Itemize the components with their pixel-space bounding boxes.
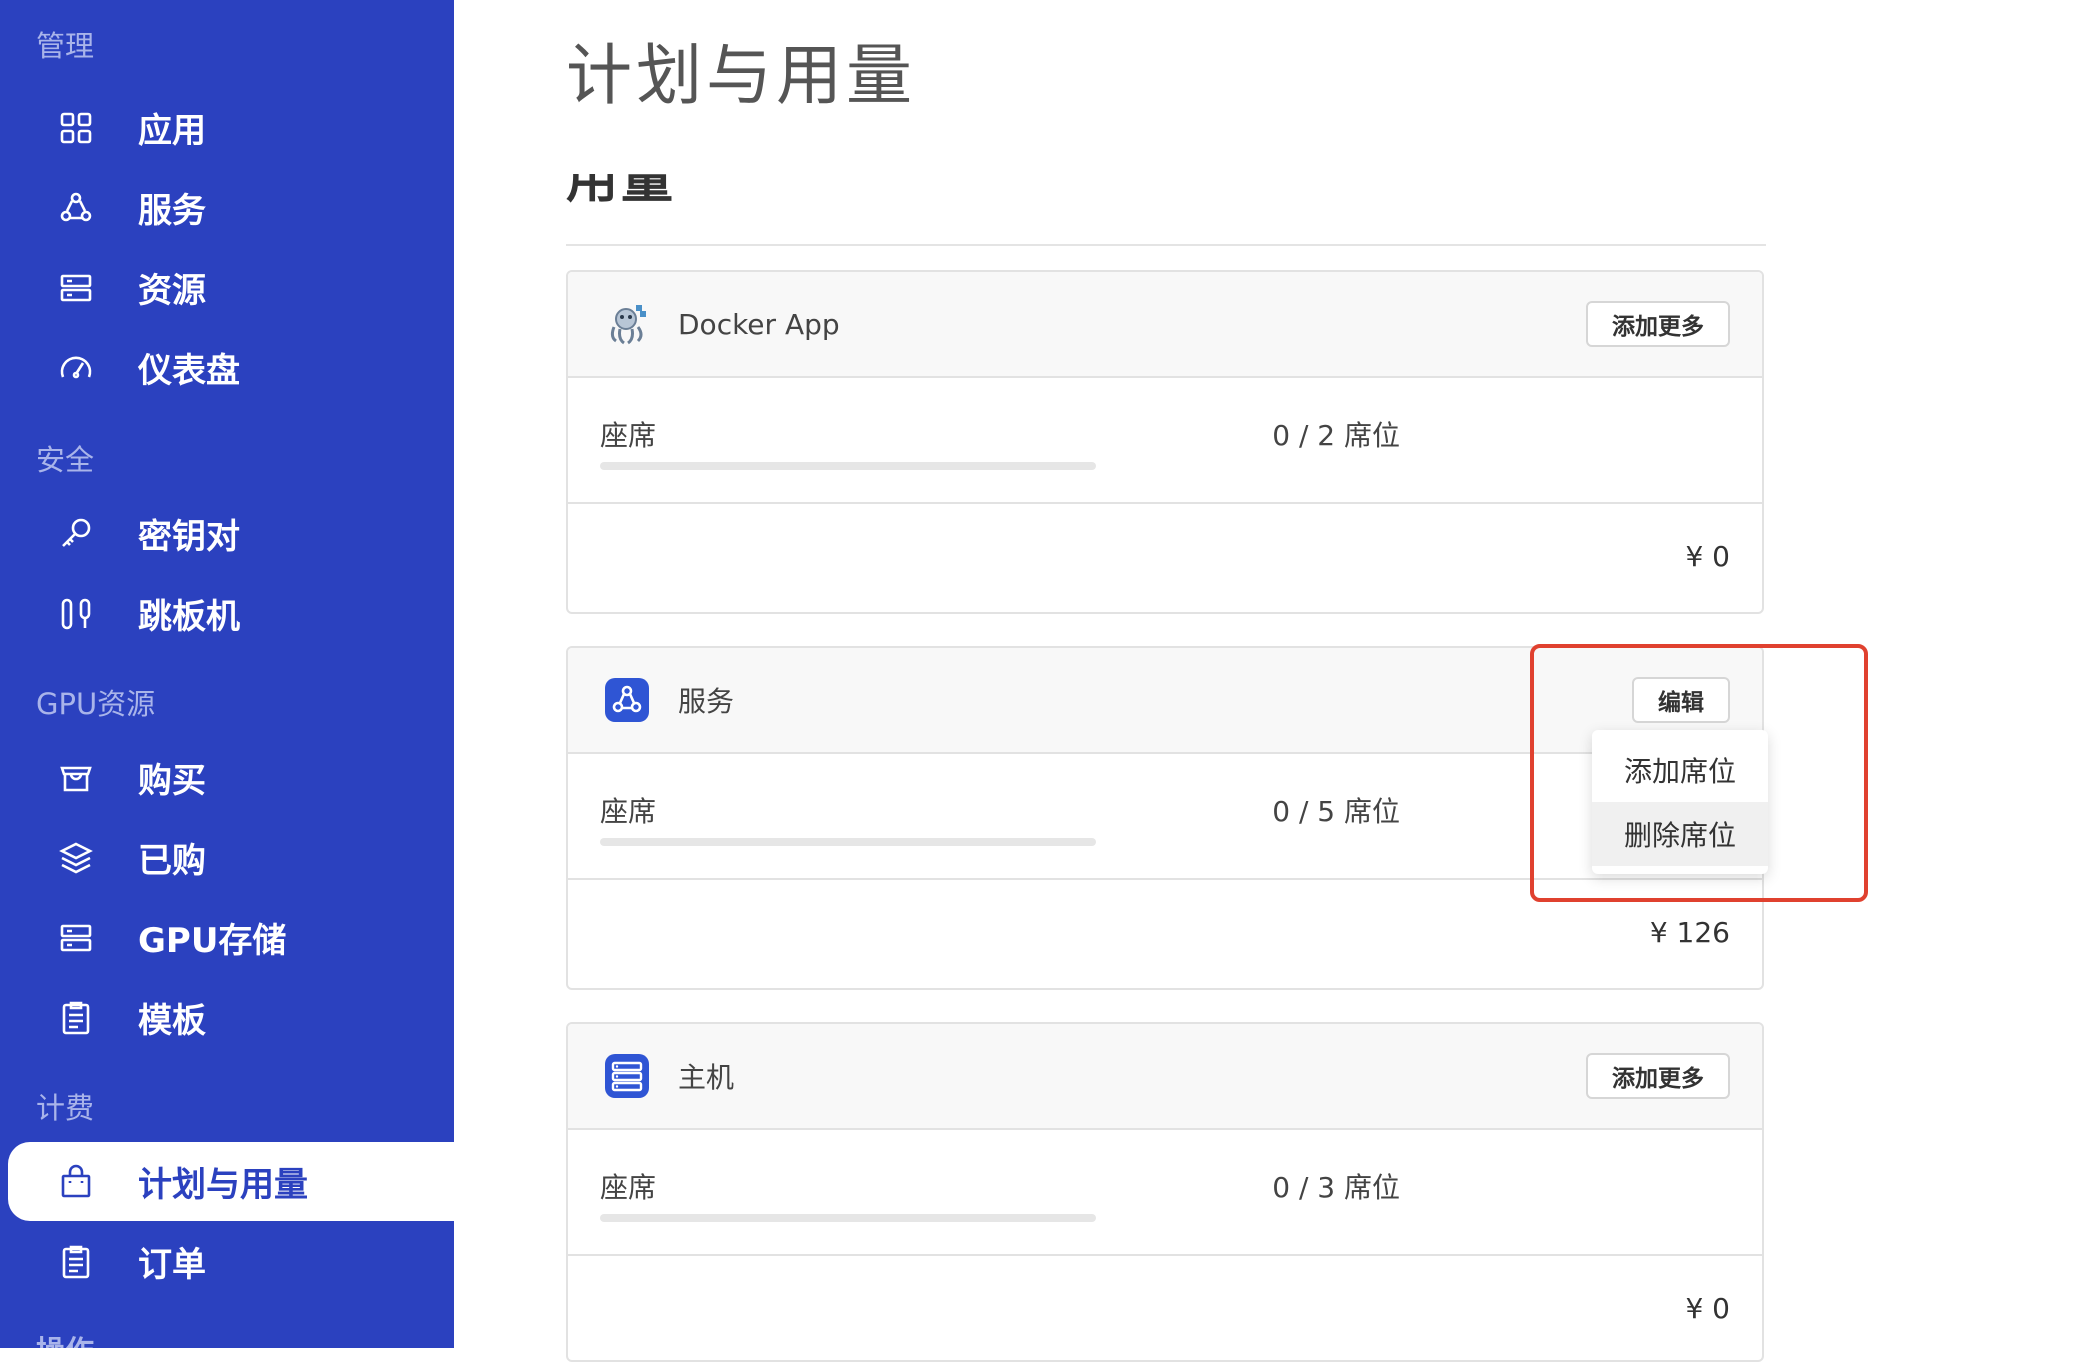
section-title-usage: 用量 [566, 174, 866, 212]
sidebar-item-resources[interactable]: 资源 [8, 248, 454, 327]
add-more-button[interactable]: 添加更多 [1586, 301, 1730, 347]
menu-item-add-seats[interactable]: 添加席位 [1592, 738, 1768, 802]
section-title-gpu: GPU资源 [36, 687, 156, 721]
shopping-bag-icon [58, 1164, 94, 1200]
services-badge-icon [604, 677, 650, 723]
storage-icon [58, 920, 94, 956]
apps-grid-icon [58, 110, 94, 146]
seat-value: 0 / 5 席位 [1272, 795, 1400, 828]
shop-icon [58, 760, 94, 796]
section-title-billing: 计费 [36, 1091, 95, 1125]
sidebar-item-jumphost[interactable]: 跳板机 [8, 574, 454, 653]
section-title-text: 用量 [566, 174, 677, 210]
seat-progress-bar [600, 462, 1096, 470]
usage-card-host: 主机 添加更多 座席 0 / 3 席位 ¥ 0 [566, 1022, 1764, 1362]
seat-usage: 座席 0 / 2 席位 [568, 378, 1762, 504]
divider [566, 244, 1766, 246]
sidebar-item-label: GPU存储 [138, 921, 287, 961]
seat-progress-bar [600, 1214, 1096, 1222]
sidebar-item-purchased[interactable]: 已购 [8, 818, 454, 897]
section-title-security: 安全 [36, 443, 95, 477]
card-title: 服务 [678, 685, 735, 718]
seat-label: 座席 [600, 795, 657, 828]
section-title-operations: 操作 [36, 1333, 94, 1348]
card-header: 服务 编辑 [568, 648, 1762, 754]
edit-dropdown-menu: 添加席位 删除席位 [1592, 730, 1768, 874]
server-icon [58, 270, 94, 306]
host-badge-icon [604, 1053, 650, 1099]
sidebar: 管理 应用 服务 资源 仪表盘 安全 密钥对 跳板机 GPU资源 购买 已购 G… [0, 0, 454, 1348]
sidebar-item-label: 资源 [138, 271, 206, 311]
seat-value: 0 / 2 席位 [1272, 419, 1400, 452]
card-footer: ¥ 0 [568, 504, 1762, 612]
sidebar-item-templates[interactable]: 模板 [8, 978, 454, 1057]
sidebar-item-label: 应用 [138, 111, 206, 151]
sidebar-item-keypairs[interactable]: 密钥对 [8, 494, 454, 573]
page-title: 计划与用量 [566, 37, 916, 114]
sidebar-item-label: 跳板机 [138, 597, 240, 637]
services-icon [58, 190, 94, 226]
menu-item-remove-seats[interactable]: 删除席位 [1592, 802, 1768, 866]
card-footer: ¥ 126 [568, 880, 1762, 988]
orders-icon [58, 1244, 94, 1280]
key-icon [58, 516, 94, 552]
usage-card-docker-app: Docker App 添加更多 座席 0 / 2 席位 ¥ 0 [566, 270, 1764, 614]
sidebar-item-label: 密钥对 [138, 517, 240, 557]
card-title: Docker App [678, 307, 840, 341]
price: ¥ 0 [1685, 1292, 1730, 1325]
edit-button[interactable]: 编辑 [1632, 677, 1730, 723]
sidebar-item-label: 模板 [138, 1001, 206, 1041]
dashboard-gauge-icon [58, 350, 94, 386]
add-more-button[interactable]: 添加更多 [1586, 1053, 1730, 1099]
sidebar-item-label: 订单 [138, 1245, 206, 1285]
sidebar-item-label: 仪表盘 [138, 351, 240, 391]
seat-label: 座席 [600, 419, 657, 452]
usage-card-services: 服务 编辑 座席 0 / 5 席位 ¥ 126 [566, 646, 1764, 990]
seat-value: 0 / 3 席位 [1272, 1171, 1400, 1204]
sidebar-item-gpu-storage[interactable]: GPU存储 [8, 898, 454, 977]
seat-usage: 座席 0 / 5 席位 [568, 754, 1762, 880]
sidebar-item-label: 计划与用量 [138, 1165, 308, 1205]
seat-usage: 座席 0 / 3 席位 [568, 1130, 1762, 1256]
sidebar-item-orders[interactable]: 订单 [8, 1222, 454, 1301]
sidebar-item-apps[interactable]: 应用 [8, 88, 454, 167]
sidebar-item-label: 已购 [138, 841, 206, 881]
seat-progress-bar [600, 838, 1096, 846]
sidebar-item-label: 服务 [138, 191, 206, 231]
card-title: 主机 [678, 1061, 735, 1094]
price: ¥ 126 [1649, 916, 1730, 949]
template-icon [58, 1000, 94, 1036]
section-title-manage: 管理 [36, 29, 95, 63]
jump-host-icon [58, 596, 94, 632]
sidebar-item-dashboard[interactable]: 仪表盘 [8, 328, 454, 407]
docker-icon [604, 301, 650, 347]
card-footer: ¥ 0 [568, 1256, 1762, 1360]
sidebar-item-label: 购买 [138, 761, 206, 801]
price: ¥ 0 [1685, 540, 1730, 573]
sidebar-item-buy[interactable]: 购买 [8, 738, 454, 817]
card-header: 主机 添加更多 [568, 1024, 1762, 1130]
layers-icon [58, 840, 94, 876]
sidebar-item-services[interactable]: 服务 [8, 168, 454, 247]
card-header: Docker App 添加更多 [568, 272, 1762, 378]
seat-label: 座席 [600, 1171, 657, 1204]
sidebar-item-plans-usage[interactable]: 计划与用量 [8, 1142, 454, 1221]
